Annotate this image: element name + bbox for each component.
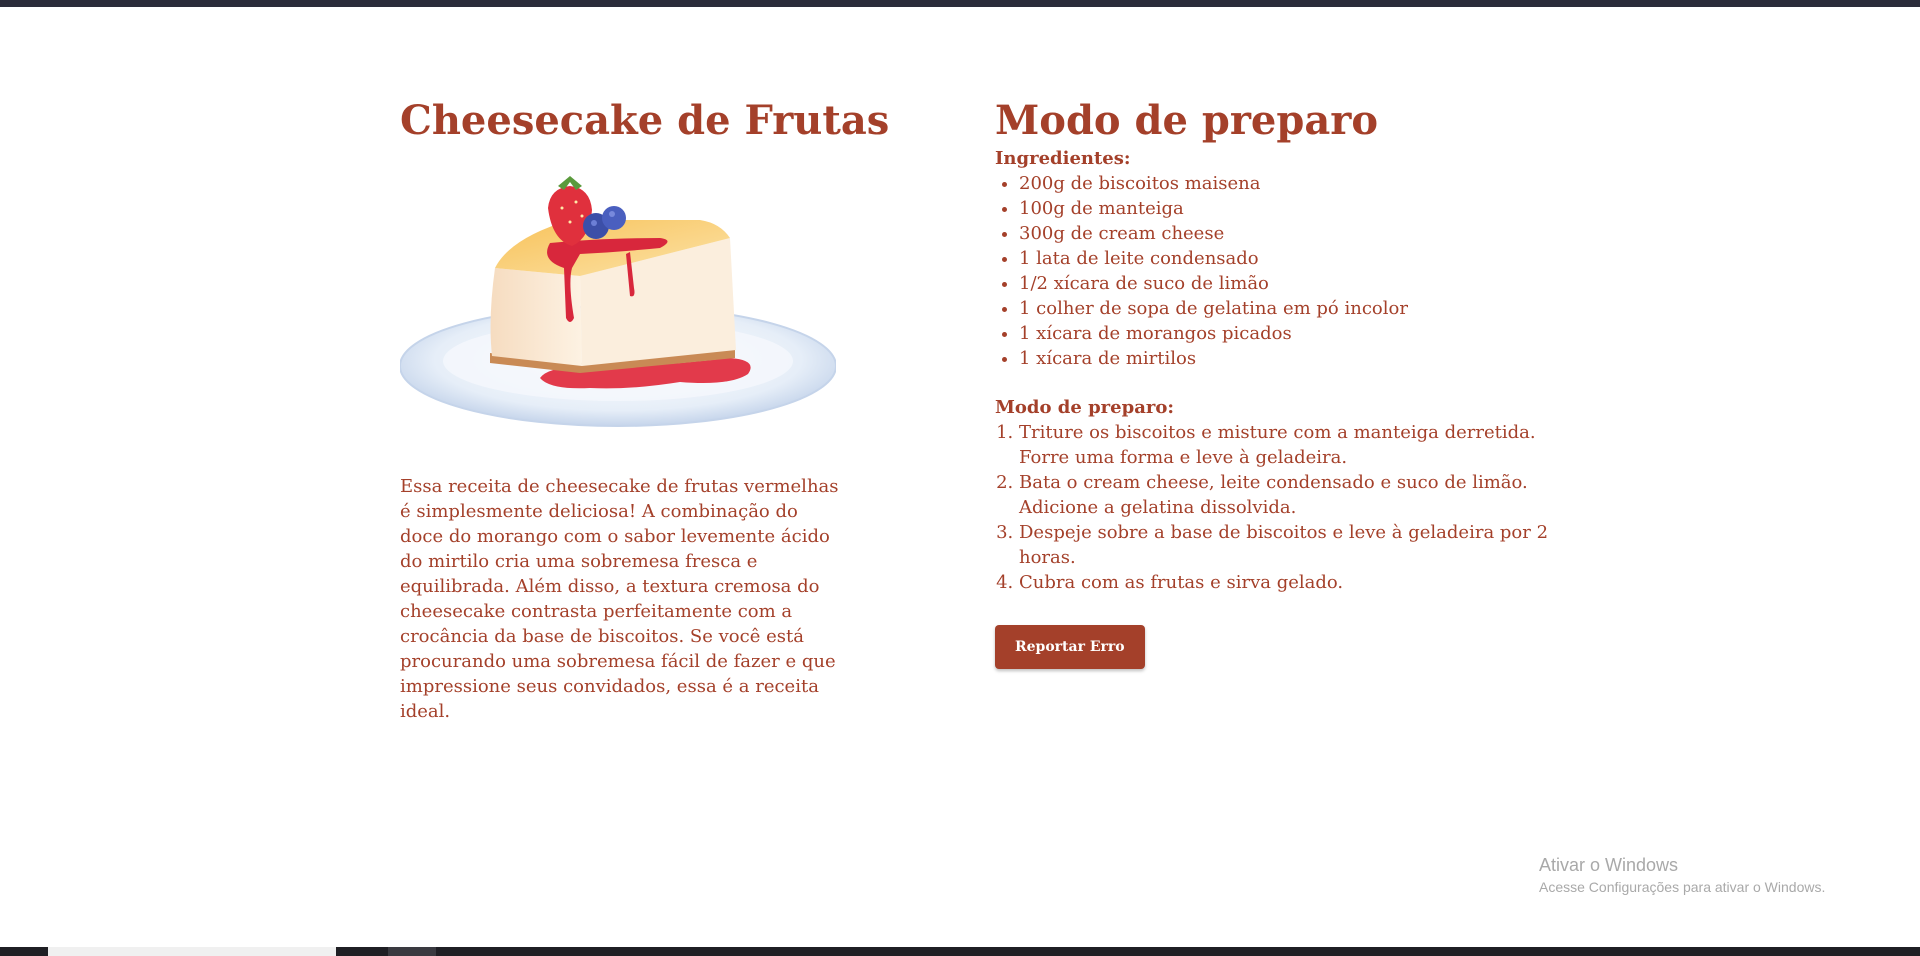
taskbar-app-item[interactable] bbox=[388, 947, 436, 956]
taskbar-search-box[interactable] bbox=[48, 947, 336, 956]
cheesecake-image bbox=[399, 176, 837, 427]
step-item: Despeje sobre a base de biscoitos e leve… bbox=[1019, 520, 1555, 570]
ingredient-item: 1 xícara de morangos picados bbox=[1019, 321, 1555, 346]
ingredient-item: 300g de cream cheese bbox=[1019, 221, 1555, 246]
ingredient-item: 1 colher de sopa de gelatina em pó incol… bbox=[1019, 296, 1555, 321]
windows-activation-watermark: Ativar o Windows Acesse Configurações pa… bbox=[1539, 853, 1825, 897]
ingredient-item: 100g de manteiga bbox=[1019, 196, 1555, 221]
watermark-subtitle: Acesse Configurações para ativar o Windo… bbox=[1539, 879, 1826, 895]
preparation-section: Modo de preparo Ingredientes: 200g de bi… bbox=[995, 96, 1555, 669]
ingredients-list: 200g de biscoitos maisena 100g de mantei… bbox=[995, 171, 1555, 371]
step-item: Cubra com as frutas e sirva gelado. bbox=[1019, 570, 1555, 595]
recipe-intro: Cheesecake de Frutas Essa receita de che… bbox=[399, 96, 890, 724]
recipe-description: Essa receita de cheesecake de frutas ver… bbox=[400, 476, 839, 722]
steps-list: Triture os biscoitos e misture com a man… bbox=[995, 420, 1555, 595]
recipe-title: Cheesecake de Frutas bbox=[400, 97, 890, 144]
watermark-title: Ativar o Windows bbox=[1539, 855, 1679, 875]
ingredients-heading: Ingredientes: bbox=[995, 148, 1131, 169]
ingredient-item: 1 xícara de mirtilos bbox=[1019, 346, 1555, 371]
taskbar bbox=[0, 947, 1920, 956]
step-item: Bata o cream cheese, leite condensado e … bbox=[1019, 470, 1555, 520]
ingredient-item: 1 lata de leite condensado bbox=[1019, 246, 1555, 271]
step-item: Triture os biscoitos e misture com a man… bbox=[1019, 420, 1555, 470]
report-error-button[interactable]: Reportar Erro bbox=[995, 625, 1145, 669]
ingredient-item: 1/2 xícara de suco de limão bbox=[1019, 271, 1555, 296]
window-top-bar bbox=[0, 0, 1920, 7]
steps-heading: Modo de preparo: bbox=[995, 397, 1174, 418]
preparation-title: Modo de preparo bbox=[995, 97, 1379, 144]
ingredient-item: 200g de biscoitos maisena bbox=[1019, 171, 1555, 196]
